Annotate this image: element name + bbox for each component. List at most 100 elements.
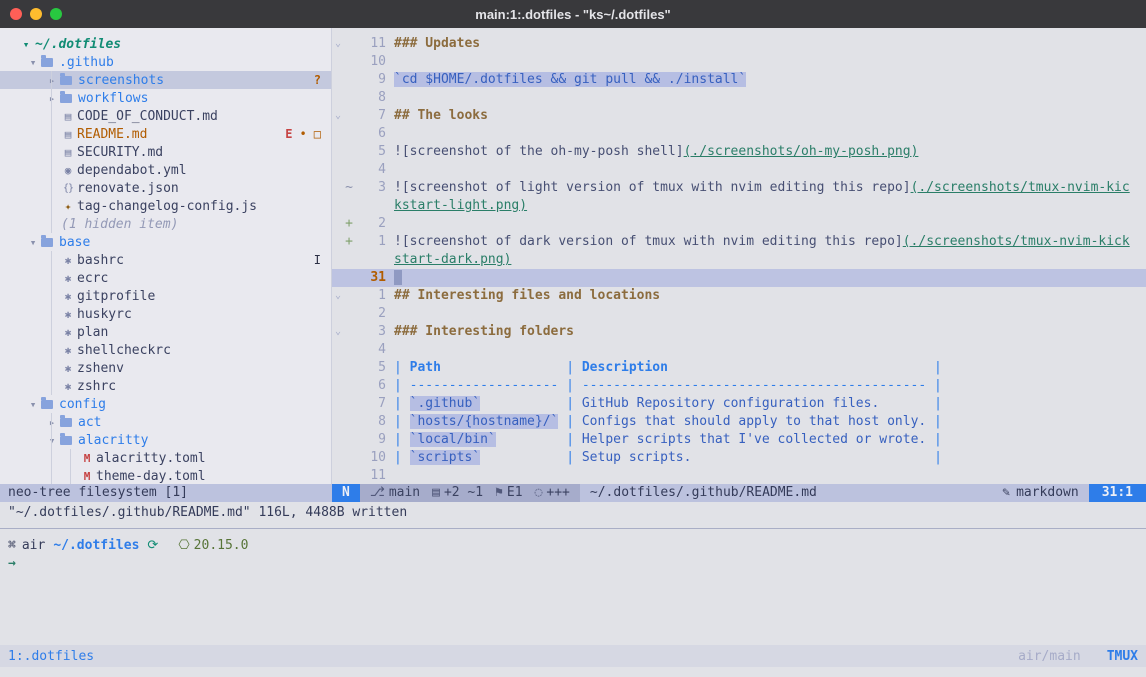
expander-icon[interactable]: ▾ xyxy=(25,56,41,69)
sign-column xyxy=(344,53,354,71)
editor-line[interactable]: 10 xyxy=(332,53,1146,71)
neotree-panel: ▾~/.dotfiles▾.github▸screenshots?▸workfl… xyxy=(0,28,332,484)
editor-line[interactable]: 8| `hosts/{hostname}/` | Configs that sh… xyxy=(332,413,1146,431)
editor-line[interactable]: 10| `scripts` | Setup scripts. | xyxy=(332,449,1146,467)
tree-item[interactable]: ▾base xyxy=(0,233,331,251)
item-badges: E•□ xyxy=(285,127,331,141)
editor-line[interactable]: +2 xyxy=(332,215,1146,233)
line-number: 6 xyxy=(354,377,386,395)
tree-item[interactable]: ▸act xyxy=(0,413,331,431)
diagnostics: ⚑E1 xyxy=(495,484,522,502)
editor-line[interactable]: ⌄ 11### Updates xyxy=(332,35,1146,53)
line-text: | `scripts` | Setup scripts. | xyxy=(386,449,1146,467)
expander-icon[interactable]: ▸ xyxy=(44,74,60,87)
tree-item-label: tag-changelog-config.js xyxy=(76,199,257,214)
shell-input-line[interactable]: → xyxy=(8,555,1146,573)
editor-line[interactable]: ⌄ 1## Interesting files and locations xyxy=(332,287,1146,305)
folder-icon xyxy=(41,238,53,247)
line-number: 4 xyxy=(354,341,386,359)
tree-item[interactable]: ▤CODE_OF_CONDUCT.md xyxy=(0,107,331,125)
editor-line[interactable]: kstart-light.png) xyxy=(332,197,1146,215)
editor-line[interactable]: 6| ------------------- | ---------------… xyxy=(332,377,1146,395)
line-text: ![screenshot of light version of tmux wi… xyxy=(386,179,1146,197)
expander-icon[interactable]: ▾ xyxy=(25,398,41,411)
maximize-button[interactable] xyxy=(50,8,62,20)
editor-line[interactable]: 5| Path | Description | xyxy=(332,359,1146,377)
tree-item[interactable]: ✱shellcheckrc xyxy=(0,341,331,359)
prompt-arrow-icon: → xyxy=(8,555,16,573)
fold-column xyxy=(332,233,344,251)
tree-item[interactable]: ✦tag-changelog-config.js xyxy=(0,197,331,215)
tmux-session-name: air/main xyxy=(1018,649,1081,664)
tree-item[interactable]: ✱plan xyxy=(0,323,331,341)
tree-item[interactable]: ▤README.mdE•□ xyxy=(0,125,331,143)
editor-line[interactable]: 11 xyxy=(332,467,1146,484)
line-number: 10 xyxy=(354,53,386,71)
folder-icon xyxy=(60,76,72,85)
fold-column xyxy=(332,431,344,449)
editor-line[interactable]: 31 xyxy=(332,269,1146,287)
editor-line[interactable]: 6 xyxy=(332,125,1146,143)
editor-line[interactable]: 4 xyxy=(332,161,1146,179)
text-segment-pipe: | xyxy=(480,396,582,411)
fold-column xyxy=(332,269,344,287)
editor-line[interactable]: 9`cd $HOME/.dotfiles && git pull && ./in… xyxy=(332,71,1146,89)
tree-item[interactable]: ✱huskyrc xyxy=(0,305,331,323)
tree-item[interactable]: ▾~/.dotfiles xyxy=(0,35,331,53)
editor-line[interactable]: +1![screenshot of dark version of tmux w… xyxy=(332,233,1146,251)
tree-item[interactable]: ▸workflows xyxy=(0,89,331,107)
tree-item[interactable]: Malacritty.toml xyxy=(0,449,331,467)
fold-column xyxy=(332,197,344,215)
tree-item[interactable]: ▾config xyxy=(0,395,331,413)
diagnostics-icon: ⚑ xyxy=(495,485,503,500)
tree-item[interactable]: ▸screenshots? xyxy=(0,71,331,89)
editor-line[interactable]: 2 xyxy=(332,305,1146,323)
tree-item[interactable]: ▾alacritty xyxy=(0,431,331,449)
editor-line[interactable]: ⌄ 3### Interesting folders xyxy=(332,323,1146,341)
tree-item[interactable]: ✱zshrc xyxy=(0,377,331,395)
fold-column xyxy=(332,71,344,89)
editor-line[interactable]: 7| `.github` | GitHub Repository configu… xyxy=(332,395,1146,413)
line-text: ![screenshot of the oh-my-posh shell](./… xyxy=(386,143,1146,161)
tree-item[interactable]: {}renovate.json xyxy=(0,179,331,197)
text-segment-code: `scripts` xyxy=(410,450,480,465)
tree-item[interactable]: Mtheme-day.toml xyxy=(0,467,331,484)
tree-item[interactable]: ◉dependabot.yml xyxy=(0,161,331,179)
minimize-button[interactable] xyxy=(30,8,42,20)
tree-item[interactable]: ▤SECURITY.md xyxy=(0,143,331,161)
tree-item[interactable]: ✱zshenv xyxy=(0,359,331,377)
editor-line[interactable]: start-dark.png) xyxy=(332,251,1146,269)
neotree-statusline: neo-tree filesystem [1] xyxy=(0,484,332,502)
shell-pane[interactable]: ⌘ air ~/.dotfiles ⟳ ⎔20.15.0 → xyxy=(0,529,1146,645)
expander-icon[interactable]: ▾ xyxy=(25,236,41,249)
tree-item[interactable]: ▾.github xyxy=(0,53,331,71)
tree-item[interactable]: ✱bashrcI xyxy=(0,251,331,269)
expander-icon[interactable]: ▾ xyxy=(18,38,34,51)
fold-column xyxy=(332,395,344,413)
editor-line[interactable]: 4 xyxy=(332,341,1146,359)
expander-icon[interactable]: ▸ xyxy=(44,416,60,429)
editor-line[interactable]: ~3![screenshot of light version of tmux … xyxy=(332,179,1146,197)
editor-pane[interactable]: ⌄ 11### Updates 10 9`cd $HOME/.dotfiles … xyxy=(332,28,1146,484)
editor-line[interactable]: 8 xyxy=(332,89,1146,107)
fold-icon[interactable]: ⌄ xyxy=(332,35,344,53)
square-badge: □ xyxy=(314,127,321,141)
editor-line[interactable]: 9| `local/bin` | Helper scripts that I'v… xyxy=(332,431,1146,449)
tree-item[interactable]: (1 hidden item) xyxy=(0,215,331,233)
text-segment-pipe: | xyxy=(394,360,410,375)
sign-column xyxy=(344,323,354,341)
fold-icon[interactable]: ⌄ xyxy=(332,323,344,341)
tree-item[interactable]: ✱gitprofile xyxy=(0,287,331,305)
fold-icon[interactable]: ⌄ xyxy=(332,107,344,125)
expander-icon[interactable]: ▾ xyxy=(44,434,60,447)
editor-line[interactable]: ⌄ 7## The looks xyxy=(332,107,1146,125)
tmux-window-item[interactable]: 1:.dotfiles xyxy=(8,649,94,664)
tree-item[interactable]: ✱ecrc xyxy=(0,269,331,287)
fold-icon[interactable]: ⌄ xyxy=(332,287,344,305)
text-segment-pipe: | xyxy=(879,396,942,411)
editor-line[interactable]: 5![screenshot of the oh-my-posh shell](.… xyxy=(332,143,1146,161)
expander-icon[interactable]: ▸ xyxy=(44,92,60,105)
close-button[interactable] xyxy=(10,8,22,20)
line-text xyxy=(386,53,1146,71)
git-untracked-badge: ? xyxy=(314,73,321,87)
